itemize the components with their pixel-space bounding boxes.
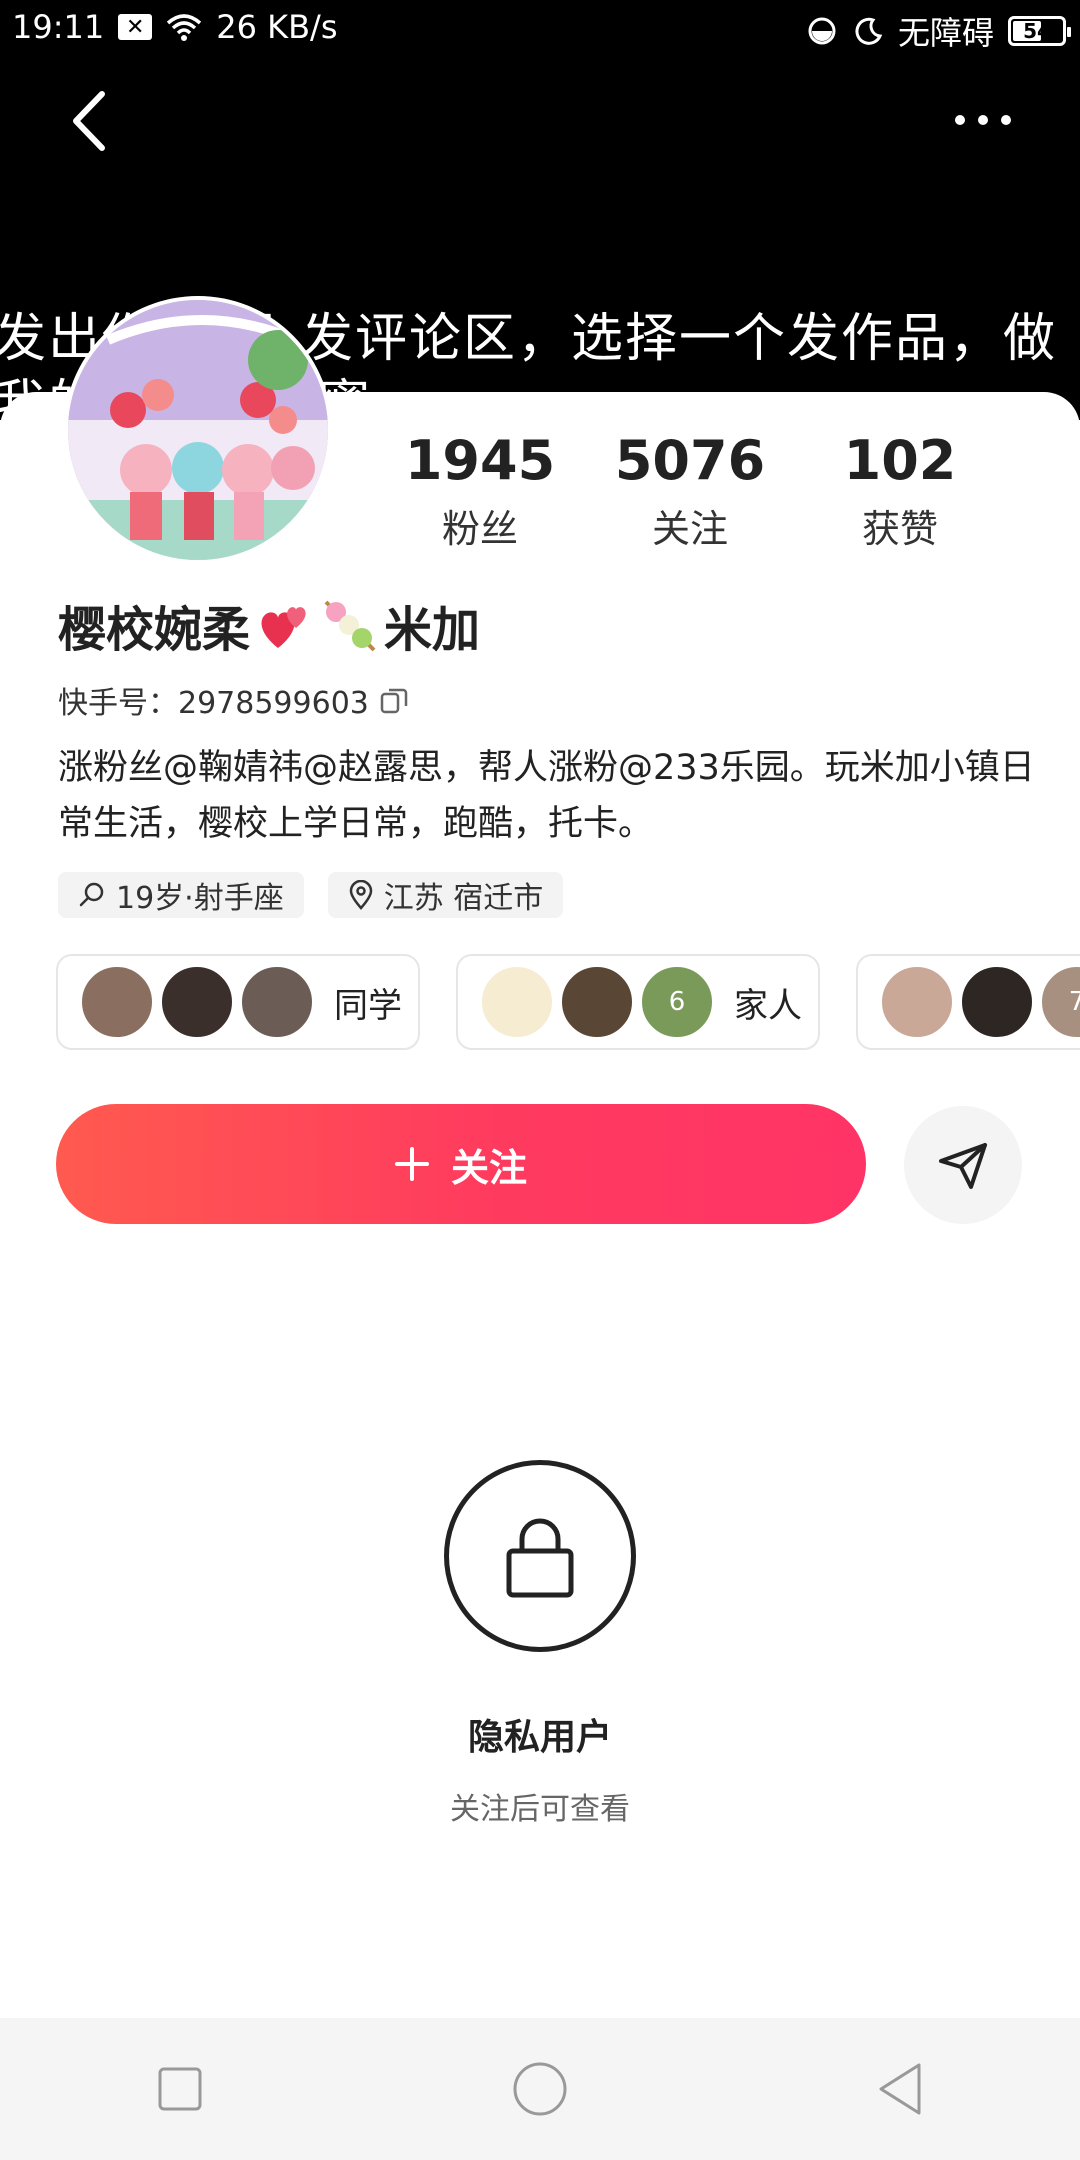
tag-age: 19岁·射手座 — [58, 872, 304, 918]
avatar: 6 — [640, 965, 714, 1039]
group-count-badge: 6 — [668, 987, 686, 1017]
eye-comfort-icon — [806, 15, 838, 47]
recents-button[interactable] — [145, 2054, 215, 2124]
more-button[interactable] — [948, 100, 1018, 140]
profile-bio: 涨粉丝@鞠婧祎@赵露思，帮人涨粉@233乐园。玩米加小镇日常生活，樱校上学日常，… — [58, 748, 1035, 844]
stat-value: 1945 — [404, 429, 556, 492]
search-male-icon — [79, 882, 104, 907]
network-speed: 26 KB/s — [216, 8, 338, 46]
stat-value: 5076 — [614, 429, 766, 492]
stat-likes[interactable]: 102 获赞 — [800, 430, 1000, 560]
lock-badge — [444, 1460, 636, 1652]
group-count-badge: 7 — [1068, 987, 1080, 1017]
group-third[interactable]: 7 — [856, 954, 1080, 1050]
accessibility-label: 无障碍 — [897, 14, 994, 52]
stat-fans[interactable]: 1945 粉丝 — [380, 430, 580, 560]
profile-tags: 19岁·射手座 江苏 宿迁市 — [58, 872, 564, 918]
private-subtitle: 关注后可查看 — [450, 1792, 630, 1827]
location-pin-icon — [349, 880, 372, 910]
send-icon — [939, 1143, 987, 1189]
tag-text: 江苏 宿迁市 — [383, 881, 544, 916]
tag-location: 江苏 宿迁市 — [327, 872, 564, 918]
kuaishou-id-label: 快手号： — [58, 686, 178, 721]
stat-following[interactable]: 5076 关注 — [590, 430, 790, 560]
group-family[interactable]: 6 家人 — [456, 954, 820, 1050]
follow-button[interactable]: 关注 — [56, 1104, 866, 1224]
copy-icon[interactable] — [379, 685, 409, 715]
avatar — [880, 965, 954, 1039]
avatar[interactable] — [64, 296, 332, 564]
notification-x-icon: ✕ — [118, 14, 153, 40]
avatar — [560, 965, 634, 1039]
private-title: 隐私用户 — [467, 1717, 612, 1758]
relationship-groups: 同学 6 家人 7 — [56, 954, 1080, 1054]
moon-icon — [852, 15, 884, 47]
avatar — [240, 965, 314, 1039]
back-button[interactable] — [62, 86, 122, 156]
chevron-left-icon — [73, 91, 105, 151]
battery-icon: 54 — [1008, 16, 1071, 46]
status-time: 19:11 — [12, 8, 105, 46]
triangle-back-icon — [879, 2063, 921, 2115]
avatar — [160, 965, 234, 1039]
back-nav-button[interactable] — [865, 2054, 935, 2124]
name-suffix: 米加 — [384, 602, 481, 658]
plus-icon — [394, 1147, 429, 1181]
status-bar: 19:11 ✕ 26 KB/s 无障碍 54 — [0, 0, 1080, 56]
avatar — [960, 965, 1034, 1039]
home-button[interactable] — [505, 2054, 575, 2124]
group-label: 家人 — [734, 985, 802, 1026]
square-icon — [158, 2067, 202, 2111]
name-text: 樱校婉柔 — [58, 602, 251, 658]
lock-icon — [506, 1518, 574, 1598]
share-button[interactable] — [904, 1106, 1022, 1224]
tag-text: 19岁·射手座 — [116, 881, 284, 916]
group-label: 同学 — [334, 985, 402, 1026]
dango-emoji-icon — [324, 600, 376, 652]
stat-label: 粉丝 — [441, 507, 518, 551]
kuaishou-id-value: 2978599603 — [178, 686, 369, 721]
profile-stats: 1945 粉丝 5076 关注 102 获赞 — [380, 430, 1000, 560]
kuaishou-id: 快手号：2978599603 — [58, 678, 409, 722]
stat-label: 获赞 — [861, 507, 938, 551]
avatar — [80, 965, 154, 1039]
follow-label: 关注 — [450, 1145, 527, 1190]
avatar: 7 — [1040, 965, 1080, 1039]
circle-icon — [513, 2062, 567, 2116]
stat-value: 102 — [843, 429, 957, 492]
avatar — [480, 965, 554, 1039]
group-classmates[interactable]: 同学 — [56, 954, 420, 1050]
two-hearts-emoji-icon — [261, 607, 306, 648]
stat-label: 关注 — [651, 507, 728, 551]
profile-name: 樱校婉柔 米加 — [58, 590, 480, 660]
system-nav-bar — [0, 2018, 1080, 2160]
more-horizontal-icon — [955, 115, 1011, 125]
wifi-icon — [167, 14, 202, 41]
